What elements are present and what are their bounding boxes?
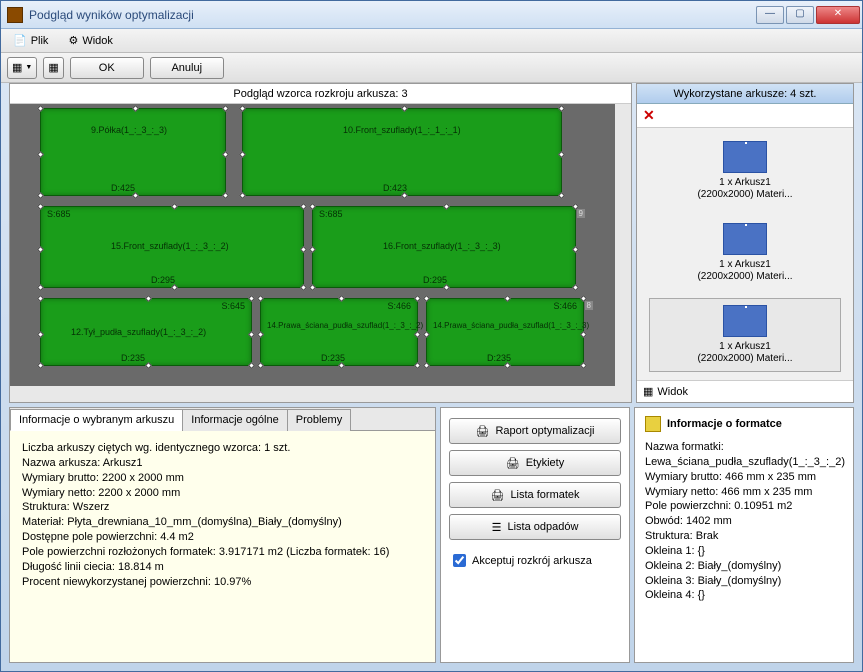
format-line: Okleina 2: Biały_(domyślny) xyxy=(645,559,843,574)
piece-9[interactable]: 9.Półka(1_:_3_:_3) D:425 xyxy=(40,108,226,196)
labels-button[interactable]: 🖨 Etykiety xyxy=(449,450,621,476)
piece-10[interactable]: 10.Front_szuflady(1_:_1_:_1) D:423 xyxy=(242,108,562,196)
tab-general-info[interactable]: Informacje ogólne xyxy=(182,409,287,431)
sheet-thumb-icon xyxy=(723,305,767,337)
format-line: Struktura: Brak xyxy=(645,529,843,544)
piece-14b[interactable]: S:466 14.Prawa_ściana_pudła_szuflad(1_:_… xyxy=(426,298,584,366)
piece-12[interactable]: S:645 12.Tył_pudła_szuflady(1_:_3_:_2) D… xyxy=(40,298,252,366)
format-list-button[interactable]: 🖨 Lista formatek xyxy=(449,482,621,508)
printer-icon: 🖨 xyxy=(490,489,504,502)
view-icon: ⚙ xyxy=(68,34,78,47)
window-title: Podgląd wyników optymalizacji xyxy=(29,8,756,22)
menu-widok-label: Widok xyxy=(82,35,113,47)
cancel-button[interactable]: Anuluj xyxy=(150,57,224,79)
cutting-preview-pane: Podgląd wzorca rozkroju arkusza: 3 9.Pół… xyxy=(9,83,632,403)
info-line: Dostępne pole powierzchni: 4.4 m2 xyxy=(22,530,423,545)
format-title: Informacje o formatce xyxy=(645,416,843,432)
sheets-footer: ▦ Widok xyxy=(637,380,853,402)
sheet-thumb-icon xyxy=(723,223,767,255)
list-icon: ☰ xyxy=(492,521,502,534)
accept-checkbox-row: Akceptuj rozkrój arkusza xyxy=(449,554,621,567)
toolbar-dropdown-1[interactable]: ▦▼ xyxy=(7,57,37,79)
info-line: Długość linii ciecia: 18.814 m xyxy=(22,560,423,575)
format-line: Obwód: 1402 mm xyxy=(645,514,843,529)
format-line: Wymiary brutto: 466 mm x 235 mm xyxy=(645,470,843,485)
menubar: 📄 Plik ⚙ Widok xyxy=(1,29,862,53)
close-button[interactable]: ✕ xyxy=(816,6,860,24)
view-mode-icon[interactable]: ▦ xyxy=(643,385,653,398)
actions-pane: 🖨 Raport optymalizacji 🖨 Etykiety 🖨 List… xyxy=(440,407,630,663)
format-line: Okleina 3: Biały_(domyślny) xyxy=(645,574,843,589)
toolbar: ▦▼ ▦ OK Anuluj xyxy=(1,53,862,83)
menu-plik-label: Plik xyxy=(31,35,49,47)
waste-list-button[interactable]: ☰ Lista odpadów xyxy=(449,514,621,540)
sheet-thumb-icon xyxy=(723,141,767,173)
info-body: Liczba arkuszy ciętych wg. identycznego … xyxy=(10,431,435,662)
preview-scrollbar-v[interactable] xyxy=(615,104,631,386)
info-line: Wymiary brutto: 2200 x 2000 mm xyxy=(22,471,423,486)
info-line: Materiał: Płyta_drewniana_10_mm_(domyśln… xyxy=(22,515,423,530)
delete-sheet-icon[interactable]: ✕ xyxy=(643,107,655,124)
tab-problems[interactable]: Problemy xyxy=(287,409,351,431)
info-pane: Informacje o wybranym arkuszu Informacje… xyxy=(9,407,436,663)
toolbar-button-grid[interactable]: ▦ xyxy=(43,57,63,79)
view-mode-label: Widok xyxy=(657,386,688,398)
accept-checkbox[interactable] xyxy=(453,554,466,567)
report-button[interactable]: 🖨 Raport optymalizacji xyxy=(449,418,621,444)
titlebar: Podgląd wyników optymalizacji — ▢ ✕ xyxy=(1,1,862,29)
info-line: Wymiary netto: 2200 x 2000 mm xyxy=(22,486,423,501)
sheets-pane: Wykorzystane arkusze: 4 szt. ✕ 1 x Arkus… xyxy=(636,83,854,403)
piece-14a[interactable]: S:466 14.Prawa_ściana_pudła_szuflad(1_:_… xyxy=(260,298,418,366)
format-info-pane: Informacje o formatce Nazwa formatki: Le… xyxy=(634,407,854,663)
format-line: Lewa_ściana_pudła_szuflady(1_:_3_:_2) xyxy=(645,455,843,470)
file-icon: 📄 xyxy=(13,34,27,47)
tab-bar: Informacje o wybranym arkuszu Informacje… xyxy=(10,408,435,431)
info-line: Procent niewykorzystanej powierzchni: 10… xyxy=(22,575,423,590)
info-line: Nazwa arkusza: Arkusz1 xyxy=(22,456,423,471)
ok-button[interactable]: OK xyxy=(70,57,144,79)
sheet-item-3[interactable]: 1 x Arkusz1 (2200x2000) Materi... xyxy=(649,298,841,372)
format-line: Pole powierzchni: 0.10951 m2 xyxy=(645,499,843,514)
menu-plik[interactable]: 📄 Plik xyxy=(9,32,52,49)
accept-label: Akceptuj rozkrój arkusza xyxy=(472,555,592,567)
sheet-list[interactable]: 1 x Arkusz1 (2200x2000) Materi... 1 x Ar… xyxy=(637,128,853,380)
info-line: Liczba arkuszy ciętych wg. identycznego … xyxy=(22,441,423,456)
cutting-canvas[interactable]: 9.Półka(1_:_3_:_3) D:425 10.Front_szufla… xyxy=(10,104,615,386)
piece-16[interactable]: S:685 16.Front_szuflady(1_:_3_:_3) D:295… xyxy=(312,206,576,288)
format-line: Okleina 4: {} xyxy=(645,588,843,603)
format-icon xyxy=(645,416,661,432)
sheets-toolbar: ✕ xyxy=(637,104,853,128)
format-line: Okleina 1: {} xyxy=(645,544,843,559)
tab-sheet-info[interactable]: Informacje o wybranym arkuszu xyxy=(10,409,183,431)
maximize-button[interactable]: ▢ xyxy=(786,6,814,24)
app-icon xyxy=(7,7,23,23)
info-line: Struktura: Wszerz xyxy=(22,500,423,515)
printer-icon: 🖨 xyxy=(506,457,520,470)
format-line: Wymiary netto: 466 mm x 235 mm xyxy=(645,485,843,500)
minimize-button[interactable]: — xyxy=(756,6,784,24)
info-line: Pole powierzchni rozłożonych formatek: 3… xyxy=(22,545,423,560)
sheet-item-1[interactable]: 1 x Arkusz1 (2200x2000) Materi... xyxy=(649,134,841,208)
sheet-item-2[interactable]: 1 x Arkusz1 (2200x2000) Materi... xyxy=(649,216,841,290)
piece-15[interactable]: S:685 15.Front_szuflady(1_:_3_:_2) D:295 xyxy=(40,206,304,288)
format-line: Nazwa formatki: xyxy=(645,440,843,455)
preview-header: Podgląd wzorca rozkroju arkusza: 3 xyxy=(10,84,631,104)
main-window: Podgląd wyników optymalizacji — ▢ ✕ 📄 Pl… xyxy=(0,0,863,672)
printer-icon: 🖨 xyxy=(475,425,489,438)
preview-scrollbar-h[interactable] xyxy=(10,386,631,402)
menu-widok[interactable]: ⚙ Widok xyxy=(64,32,116,49)
sheets-header: Wykorzystane arkusze: 4 szt. xyxy=(637,84,853,104)
